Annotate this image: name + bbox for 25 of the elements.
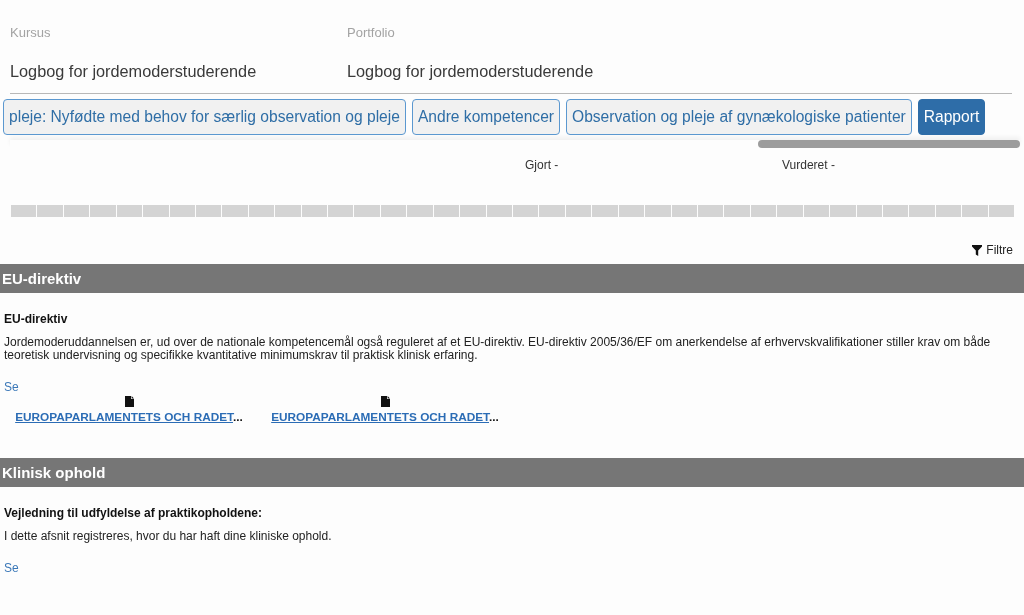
see-link[interactable]: Se: [4, 380, 19, 394]
filter-button[interactable]: Filtre: [972, 242, 1013, 258]
see-link[interactable]: Se: [4, 561, 19, 575]
section-header: EU-direktiv: [0, 264, 1024, 293]
section-heading: Vejledning til udfyldelse af praktikopholdene:: [4, 506, 264, 520]
assessed-label: Vurderet -: [782, 158, 835, 172]
field-label: Portfolio: [347, 25, 395, 41]
section-text: Jordemoderuddannelsen er, ud over de nationale kompetencemål også reguleret af et EU-direktiv. EU-direktiv 2005/36/EF om anerkendelse af erhvervskvalifikationer stiller krav om både teoretisk undervisning og specifikke kvantitative minimumskrav til praktisk klinisk erfaring.: [4, 336, 992, 362]
section-heading: EU-direktiv: [4, 312, 69, 326]
section-text: I dette afsnit registreres, hvor du har haft dine kliniske ophold.: [4, 530, 333, 543]
tab[interactable]: Rapport: [917, 99, 986, 135]
field-value: Logbog for jordemoderstuderende: [10, 61, 257, 81]
field-label: Kursus: [10, 25, 51, 41]
field-value: Logbog for jordemoderstuderende: [347, 61, 594, 81]
scrollbar-thumb[interactable]: [758, 140, 1020, 148]
attachment-link[interactable]: EUROPAPARLAMENTETS OCH RADET...: [271, 410, 499, 424]
document-icon: [124, 396, 134, 407]
done-label: Gjort -: [525, 158, 559, 172]
section-header: Klinisk ophold: [0, 458, 1024, 487]
document-icon: [380, 396, 390, 407]
attachment-link[interactable]: EUROPAPARLAMENTETS OCH RADET...: [15, 410, 243, 424]
tab[interactable]: Andre kompetencer: [411, 99, 560, 135]
filter-icon: [972, 244, 983, 256]
tab[interactable]: Observation og pleje af gynækologiske patienter: [566, 99, 912, 135]
tab[interactable]: pleje: Nyfødte med behov for særlig observation og pleje: [3, 99, 406, 135]
